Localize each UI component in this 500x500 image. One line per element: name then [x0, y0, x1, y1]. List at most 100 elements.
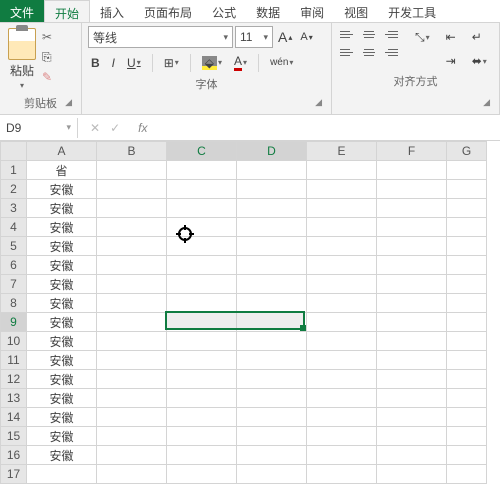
cell-E5[interactable]	[307, 237, 377, 256]
font-color-button[interactable]: A▾	[231, 52, 250, 73]
cell-G3[interactable]	[447, 199, 487, 218]
italic-button[interactable]: I	[109, 54, 118, 72]
cell-C17[interactable]	[167, 465, 237, 484]
cell-E12[interactable]	[307, 370, 377, 389]
row-header-1[interactable]: 1	[1, 161, 27, 180]
cell-G17[interactable]	[447, 465, 487, 484]
row-header-10[interactable]: 10	[1, 332, 27, 351]
cell-A17[interactable]	[27, 465, 97, 484]
cell-D6[interactable]	[237, 256, 307, 275]
name-box[interactable]: D9 ▾	[0, 118, 78, 138]
enter-icon[interactable]: ✓	[110, 121, 120, 135]
cell-D3[interactable]	[237, 199, 307, 218]
cell-G8[interactable]	[447, 294, 487, 313]
cell-A8[interactable]: 安徽	[27, 294, 97, 313]
cell-A2[interactable]: 安徽	[27, 180, 97, 199]
cell-E3[interactable]	[307, 199, 377, 218]
underline-button[interactable]: U▾	[124, 54, 144, 72]
select-all-corner[interactable]	[1, 142, 27, 161]
tab-view[interactable]: 视图	[334, 0, 378, 22]
border-button[interactable]: ⊞▾	[161, 54, 182, 72]
cell-F6[interactable]	[377, 256, 447, 275]
cell-D15[interactable]	[237, 427, 307, 446]
cell-D12[interactable]	[237, 370, 307, 389]
formula-input[interactable]	[153, 118, 500, 138]
cell-F3[interactable]	[377, 199, 447, 218]
cell-A3[interactable]: 安徽	[27, 199, 97, 218]
cell-G13[interactable]	[447, 389, 487, 408]
cell-F16[interactable]	[377, 446, 447, 465]
row-header-13[interactable]: 13	[1, 389, 27, 408]
col-header-C[interactable]: C	[167, 142, 237, 161]
phonetic-button[interactable]: wén▾	[267, 55, 296, 70]
cell-D5[interactable]	[237, 237, 307, 256]
cell-B10[interactable]	[97, 332, 167, 351]
cell-D10[interactable]	[237, 332, 307, 351]
cell-B14[interactable]	[97, 408, 167, 427]
increase-font-icon[interactable]: A▴	[275, 27, 295, 47]
cell-D7[interactable]	[237, 275, 307, 294]
col-header-G[interactable]: G	[447, 142, 487, 161]
tab-insert[interactable]: 插入	[90, 0, 134, 22]
font-size-combo[interactable]: 11 ▾	[235, 26, 273, 48]
cell-A16[interactable]: 安徽	[27, 446, 97, 465]
cell-D16[interactable]	[237, 446, 307, 465]
col-header-B[interactable]: B	[97, 142, 167, 161]
tab-file[interactable]: 文件	[0, 0, 44, 22]
cell-C6[interactable]	[167, 256, 237, 275]
paste-button[interactable]: 粘贴 ▾	[6, 26, 38, 92]
cell-F13[interactable]	[377, 389, 447, 408]
cell-B13[interactable]	[97, 389, 167, 408]
decrease-indent-button[interactable]: ⇤	[443, 28, 459, 46]
cell-B16[interactable]	[97, 446, 167, 465]
cell-C8[interactable]	[167, 294, 237, 313]
cell-E10[interactable]	[307, 332, 377, 351]
dialog-launcher-icon[interactable]: ◢	[65, 97, 72, 108]
row-header-5[interactable]: 5	[1, 237, 27, 256]
cell-A11[interactable]: 安徽	[27, 351, 97, 370]
cell-G14[interactable]	[447, 408, 487, 427]
cell-C2[interactable]	[167, 180, 237, 199]
cell-G2[interactable]	[447, 180, 487, 199]
increase-indent-button[interactable]: ⇥	[443, 52, 459, 70]
align-top-center-button[interactable]	[360, 26, 378, 42]
cell-E11[interactable]	[307, 351, 377, 370]
cell-A6[interactable]: 安徽	[27, 256, 97, 275]
cell-C16[interactable]	[167, 446, 237, 465]
cell-F17[interactable]	[377, 465, 447, 484]
cell-D11[interactable]	[237, 351, 307, 370]
col-header-F[interactable]: F	[377, 142, 447, 161]
cell-F11[interactable]	[377, 351, 447, 370]
cell-E13[interactable]	[307, 389, 377, 408]
cell-F2[interactable]	[377, 180, 447, 199]
cell-F14[interactable]	[377, 408, 447, 427]
tab-layout[interactable]: 页面布局	[134, 0, 202, 22]
row-header-17[interactable]: 17	[1, 465, 27, 484]
cell-B9[interactable]	[97, 313, 167, 332]
cell-B8[interactable]	[97, 294, 167, 313]
cancel-icon[interactable]: ✕	[90, 121, 100, 135]
tab-home[interactable]: 开始	[44, 0, 90, 22]
cell-D13[interactable]	[237, 389, 307, 408]
cell-B3[interactable]	[97, 199, 167, 218]
cell-C12[interactable]	[167, 370, 237, 389]
cell-C11[interactable]	[167, 351, 237, 370]
col-header-E[interactable]: E	[307, 142, 377, 161]
align-center-button[interactable]	[360, 44, 378, 60]
cell-F1[interactable]	[377, 161, 447, 180]
cell-A4[interactable]: 安徽	[27, 218, 97, 237]
cell-E16[interactable]	[307, 446, 377, 465]
cell-B15[interactable]	[97, 427, 167, 446]
cell-E15[interactable]	[307, 427, 377, 446]
cell-A7[interactable]: 安徽	[27, 275, 97, 294]
cell-B12[interactable]	[97, 370, 167, 389]
align-top-right-button[interactable]	[382, 26, 400, 42]
cell-D14[interactable]	[237, 408, 307, 427]
format-painter-icon[interactable]: ✎	[42, 70, 58, 84]
bold-button[interactable]: B	[88, 54, 103, 72]
cut-icon[interactable]: ✂	[42, 30, 58, 44]
cell-G9[interactable]	[447, 313, 487, 332]
row-header-3[interactable]: 3	[1, 199, 27, 218]
col-header-A[interactable]: A	[27, 142, 97, 161]
font-name-combo[interactable]: 等线 ▾	[88, 26, 233, 48]
